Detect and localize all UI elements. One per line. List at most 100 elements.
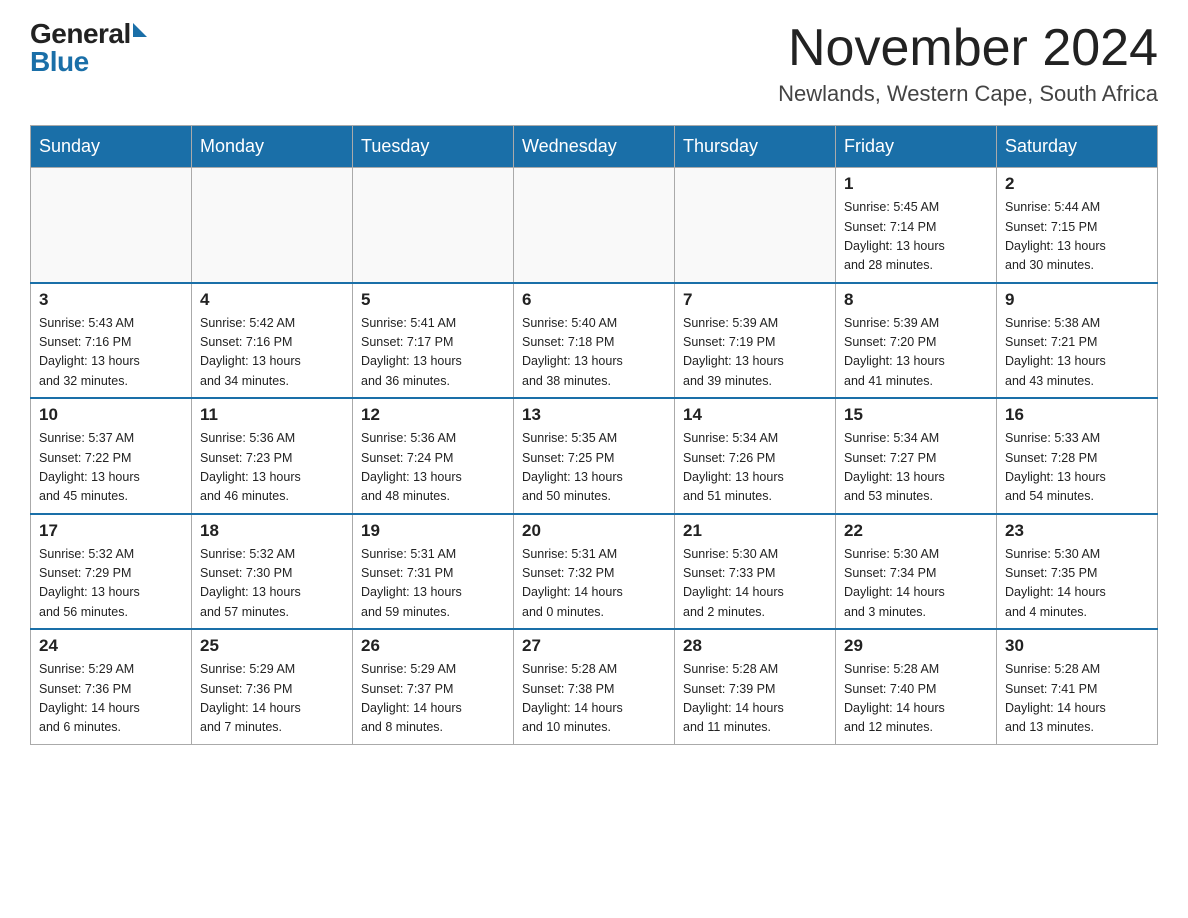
day-number: 4	[200, 290, 344, 310]
day-number: 23	[1005, 521, 1149, 541]
calendar-week-row: 10Sunrise: 5:37 AM Sunset: 7:22 PM Dayli…	[31, 398, 1158, 514]
day-info: Sunrise: 5:28 AM Sunset: 7:41 PM Dayligh…	[1005, 660, 1149, 738]
calendar-cell: 30 Sunrise: 5:28 AM Sunset: 7:41 PM Dayli…	[997, 629, 1158, 744]
col-header-friday: Friday	[836, 126, 997, 168]
title-block: November 2024 Newlands, Western Cape, So…	[778, 20, 1158, 107]
day-number: 27	[522, 636, 666, 656]
day-info: Sunrise: 5:37 AM Sunset: 7:22 PM Dayligh…	[39, 429, 183, 507]
calendar-cell: 22Sunrise: 5:30 AM Sunset: 7:34 PM Dayli…	[836, 514, 997, 630]
day-info: Sunrise: 5:32 AM Sunset: 7:30 PM Dayligh…	[200, 545, 344, 623]
day-info: Sunrise: 5:28 AM Sunset: 7:40 PM Dayligh…	[844, 660, 988, 738]
day-number: 24	[39, 636, 183, 656]
calendar-cell: 14 Sunrise: 5:34 AM Sunset: 7:26 PM Dayli…	[675, 398, 836, 514]
day-number: 17	[39, 521, 183, 541]
calendar-cell: 1 Sunrise: 5:45 AM Sunset: 7:14 PM Daylig…	[836, 168, 997, 283]
logo: General Blue	[30, 20, 147, 76]
day-info: Sunrise: 5:30 AM Sunset: 7:33 PM Dayligh…	[683, 545, 827, 623]
day-info: Sunrise: 5:28 AM Sunset: 7:38 PM Dayligh…	[522, 660, 666, 738]
calendar-cell: 20Sunrise: 5:31 AM Sunset: 7:32 PM Dayli…	[514, 514, 675, 630]
col-header-saturday: Saturday	[997, 126, 1158, 168]
calendar-cell: 25 Sunrise: 5:29 AM Sunset: 7:36 PM Dayli…	[192, 629, 353, 744]
day-number: 8	[844, 290, 988, 310]
calendar-cell: 5 Sunrise: 5:41 AM Sunset: 7:17 PM Daylig…	[353, 283, 514, 399]
day-info: Sunrise: 5:29 AM Sunset: 7:36 PM Dayligh…	[39, 660, 183, 738]
day-number: 12	[361, 405, 505, 425]
calendar-cell: 12 Sunrise: 5:36 AM Sunset: 7:24 PM Dayli…	[353, 398, 514, 514]
day-info: Sunrise: 5:45 AM Sunset: 7:14 PM Dayligh…	[844, 198, 988, 276]
day-info: Sunrise: 5:32 AM Sunset: 7:29 PM Dayligh…	[39, 545, 183, 623]
calendar-cell: 17 Sunrise: 5:32 AM Sunset: 7:29 PM Dayli…	[31, 514, 192, 630]
logo-general-text: General	[30, 20, 131, 48]
day-number: 19	[361, 521, 505, 541]
month-title: November 2024	[778, 20, 1158, 77]
day-number: 30	[1005, 636, 1149, 656]
day-info: Sunrise: 5:29 AM Sunset: 7:36 PM Dayligh…	[200, 660, 344, 738]
day-number: 25	[200, 636, 344, 656]
calendar-cell: 16Sunrise: 5:33 AM Sunset: 7:28 PM Dayli…	[997, 398, 1158, 514]
day-number: 26	[361, 636, 505, 656]
day-info: Sunrise: 5:43 AM Sunset: 7:16 PM Dayligh…	[39, 314, 183, 392]
calendar-cell	[353, 168, 514, 283]
calendar-cell: 13 Sunrise: 5:35 AM Sunset: 7:25 PM Dayli…	[514, 398, 675, 514]
location-title: Newlands, Western Cape, South Africa	[778, 81, 1158, 107]
day-number: 28	[683, 636, 827, 656]
day-number: 29	[844, 636, 988, 656]
calendar-cell: 7 Sunrise: 5:39 AM Sunset: 7:19 PM Daylig…	[675, 283, 836, 399]
calendar-cell: 21Sunrise: 5:30 AM Sunset: 7:33 PM Dayli…	[675, 514, 836, 630]
calendar-cell: 8 Sunrise: 5:39 AM Sunset: 7:20 PM Daylig…	[836, 283, 997, 399]
day-info: Sunrise: 5:41 AM Sunset: 7:17 PM Dayligh…	[361, 314, 505, 392]
day-info: Sunrise: 5:34 AM Sunset: 7:27 PM Dayligh…	[844, 429, 988, 507]
day-number: 15	[844, 405, 988, 425]
day-number: 20	[522, 521, 666, 541]
calendar-cell: 28 Sunrise: 5:28 AM Sunset: 7:39 PM Dayli…	[675, 629, 836, 744]
calendar-cell	[31, 168, 192, 283]
calendar-cell: 29 Sunrise: 5:28 AM Sunset: 7:40 PM Dayli…	[836, 629, 997, 744]
calendar-cell: 19 Sunrise: 5:31 AM Sunset: 7:31 PM Dayli…	[353, 514, 514, 630]
calendar-cell: 4 Sunrise: 5:42 AM Sunset: 7:16 PM Daylig…	[192, 283, 353, 399]
logo-arrow-icon	[133, 23, 147, 37]
calendar-week-row: 1 Sunrise: 5:45 AM Sunset: 7:14 PM Daylig…	[31, 168, 1158, 283]
day-info: Sunrise: 5:28 AM Sunset: 7:39 PM Dayligh…	[683, 660, 827, 738]
day-info: Sunrise: 5:44 AM Sunset: 7:15 PM Dayligh…	[1005, 198, 1149, 276]
day-info: Sunrise: 5:36 AM Sunset: 7:24 PM Dayligh…	[361, 429, 505, 507]
logo-blue-text: Blue	[30, 48, 89, 76]
calendar-week-row: 24 Sunrise: 5:29 AM Sunset: 7:36 PM Dayli…	[31, 629, 1158, 744]
day-number: 7	[683, 290, 827, 310]
calendar-cell: 6 Sunrise: 5:40 AM Sunset: 7:18 PM Daylig…	[514, 283, 675, 399]
calendar-cell: 2 Sunrise: 5:44 AM Sunset: 7:15 PM Daylig…	[997, 168, 1158, 283]
col-header-wednesday: Wednesday	[514, 126, 675, 168]
day-number: 18	[200, 521, 344, 541]
calendar-cell: 27 Sunrise: 5:28 AM Sunset: 7:38 PM Dayli…	[514, 629, 675, 744]
day-info: Sunrise: 5:39 AM Sunset: 7:20 PM Dayligh…	[844, 314, 988, 392]
day-info: Sunrise: 5:39 AM Sunset: 7:19 PM Dayligh…	[683, 314, 827, 392]
calendar-cell	[675, 168, 836, 283]
day-info: Sunrise: 5:34 AM Sunset: 7:26 PM Dayligh…	[683, 429, 827, 507]
calendar-cell	[514, 168, 675, 283]
day-number: 1	[844, 174, 988, 194]
day-number: 5	[361, 290, 505, 310]
day-info: Sunrise: 5:36 AM Sunset: 7:23 PM Dayligh…	[200, 429, 344, 507]
day-info: Sunrise: 5:40 AM Sunset: 7:18 PM Dayligh…	[522, 314, 666, 392]
day-info: Sunrise: 5:35 AM Sunset: 7:25 PM Dayligh…	[522, 429, 666, 507]
calendar-cell: 9Sunrise: 5:38 AM Sunset: 7:21 PM Daylig…	[997, 283, 1158, 399]
calendar-table: SundayMondayTuesdayWednesdayThursdayFrid…	[30, 125, 1158, 745]
day-number: 3	[39, 290, 183, 310]
col-header-monday: Monday	[192, 126, 353, 168]
calendar-week-row: 3 Sunrise: 5:43 AM Sunset: 7:16 PM Daylig…	[31, 283, 1158, 399]
day-number: 13	[522, 405, 666, 425]
page-header: General Blue November 2024 Newlands, Wes…	[30, 20, 1158, 107]
day-number: 11	[200, 405, 344, 425]
day-number: 2	[1005, 174, 1149, 194]
day-info: Sunrise: 5:31 AM Sunset: 7:31 PM Dayligh…	[361, 545, 505, 623]
day-info: Sunrise: 5:42 AM Sunset: 7:16 PM Dayligh…	[200, 314, 344, 392]
day-number: 9	[1005, 290, 1149, 310]
day-number: 14	[683, 405, 827, 425]
calendar-week-row: 17 Sunrise: 5:32 AM Sunset: 7:29 PM Dayli…	[31, 514, 1158, 630]
calendar-cell	[192, 168, 353, 283]
col-header-tuesday: Tuesday	[353, 126, 514, 168]
day-number: 6	[522, 290, 666, 310]
calendar-header-row: SundayMondayTuesdayWednesdayThursdayFrid…	[31, 126, 1158, 168]
calendar-cell: 15 Sunrise: 5:34 AM Sunset: 7:27 PM Dayli…	[836, 398, 997, 514]
calendar-cell: 10Sunrise: 5:37 AM Sunset: 7:22 PM Dayli…	[31, 398, 192, 514]
day-number: 16	[1005, 405, 1149, 425]
